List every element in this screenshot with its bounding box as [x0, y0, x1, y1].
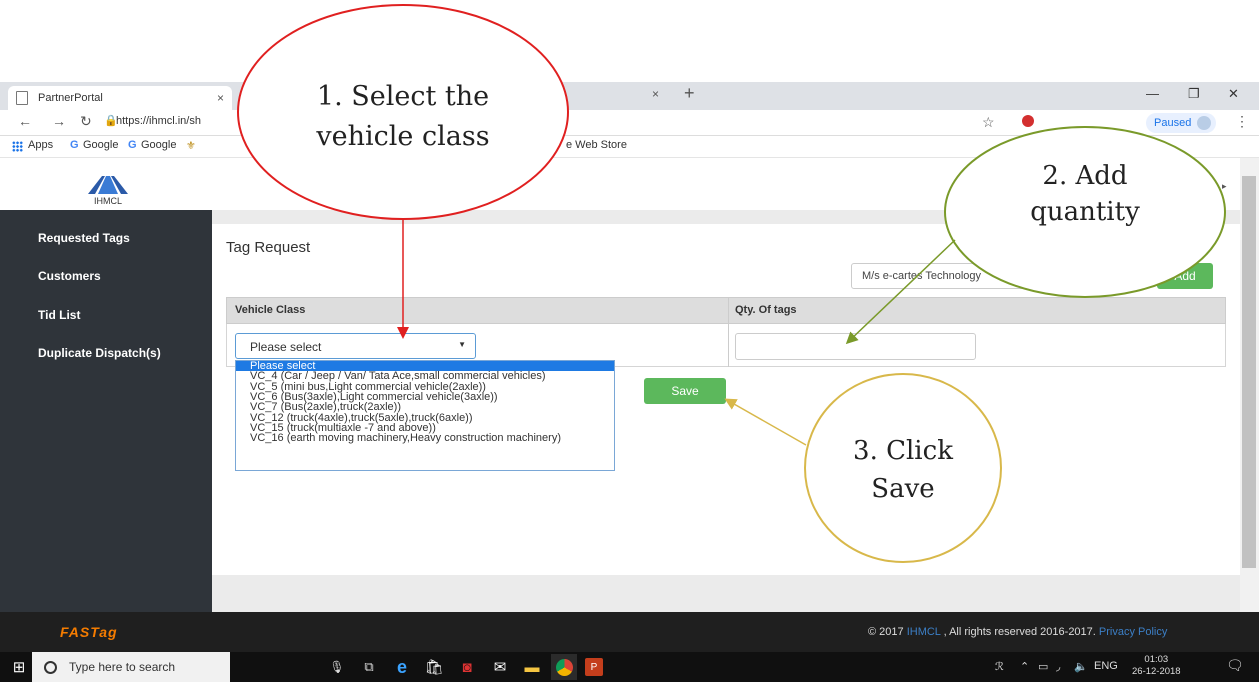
step3-line1: 3. Click: [853, 436, 953, 466]
step3-line2: Save: [871, 474, 935, 504]
step1-line1: 1. Select the: [316, 81, 490, 112]
step3-arrow: [724, 398, 807, 446]
step2-label: 2. Add quantity: [950, 158, 1220, 230]
step1-line2: vehicle class: [316, 121, 490, 152]
step3-label: 3. Click Save: [805, 432, 1001, 508]
step2-line1: 2. Add: [1042, 161, 1128, 191]
step1-label: 1. Select the vehicle class: [240, 77, 566, 157]
annotation-layer: [237, 4, 1226, 563]
step2-arrow: [845, 239, 956, 345]
step2-line2: quantity: [1030, 197, 1140, 227]
